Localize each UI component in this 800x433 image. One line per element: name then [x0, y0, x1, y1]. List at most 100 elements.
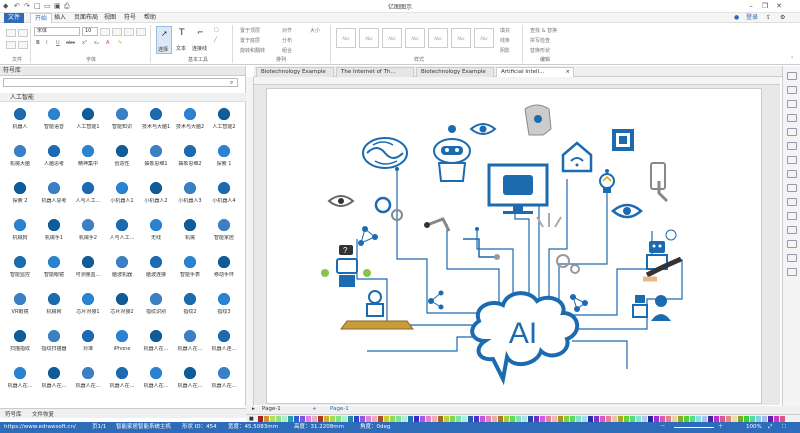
library-symbol[interactable]: 人工智能1 [74, 106, 102, 133]
zoom-out-icon[interactable]: － [660, 422, 666, 433]
style-preset-6[interactable]: Abc [451, 28, 471, 48]
settings-icon[interactable]: ⚙ [776, 13, 789, 23]
comment-panel-icon[interactable] [787, 198, 797, 206]
library-symbol[interactable]: 智能监控 [6, 254, 34, 281]
library-symbol[interactable]: 可测量血... [74, 254, 102, 281]
add-page-icon[interactable]: + [312, 406, 317, 412]
library-symbol[interactable]: 机器人思考 [40, 180, 68, 207]
library-symbol[interactable]: 机械大脑 [6, 143, 34, 170]
library-symbol[interactable]: 人工智能2 [210, 106, 238, 133]
library-symbol[interactable]: 智能眼镜 [40, 254, 68, 281]
restore-button[interactable]: ❐ [758, 0, 772, 13]
find-panel-icon[interactable] [787, 254, 797, 262]
shape-tool-icon[interactable]: □ [214, 27, 219, 33]
library-symbol[interactable]: 智能家居 [210, 217, 238, 244]
library-symbol[interactable]: 机械 [176, 217, 204, 244]
library-symbol[interactable]: 机器人在... [6, 365, 34, 392]
tab-symbols[interactable]: 符号 [120, 13, 140, 23]
library-symbol[interactable]: 机器人在... [108, 365, 136, 392]
find-replace-button[interactable]: 查找 & 替换 [530, 27, 557, 34]
tab-page-layout[interactable]: 页面布局 [70, 13, 102, 23]
doc-tab-3[interactable]: Biotechnology Example [416, 67, 494, 77]
zoom-in-icon[interactable]: ＋ [718, 422, 724, 433]
library-symbol[interactable]: iPhone [108, 328, 136, 355]
library-symbol[interactable]: 小机器人4 [210, 180, 238, 207]
doc-tab-1[interactable]: Biotechnology Example [256, 67, 334, 77]
style-preset-5[interactable]: Abc [428, 28, 448, 48]
library-symbol[interactable]: 指纹3 [210, 291, 238, 318]
style-preset-1[interactable]: Abc [336, 28, 356, 48]
library-symbol[interactable]: 智能语音 [40, 106, 68, 133]
library-symbol[interactable]: 机械手2 [74, 217, 102, 244]
line-panel-icon[interactable] [787, 100, 797, 108]
library-symbol[interactable]: VR眼镜 [6, 291, 34, 318]
library-symbol[interactable]: 机器人在... [74, 365, 102, 392]
tab-home[interactable]: 开始 [30, 13, 53, 23]
size-button[interactable]: 大小 [310, 27, 320, 34]
library-symbol[interactable]: 人与人工... [74, 180, 102, 207]
zoom-slider[interactable] [674, 427, 714, 428]
attach-panel-icon[interactable] [787, 226, 797, 234]
bold-icon[interactable]: B [36, 40, 40, 46]
library-symbol[interactable]: 机器人在... [142, 365, 170, 392]
redo-icon[interactable]: ↷ [24, 2, 30, 10]
library-symbol[interactable]: 抽象思维1 [142, 143, 170, 170]
list-icon[interactable] [136, 28, 146, 36]
library-symbol[interactable]: 人与人工... [108, 217, 136, 244]
bring-front-button[interactable]: 置于顶层 [240, 27, 260, 34]
fullscreen-icon[interactable]: ⛶ [782, 422, 786, 433]
connector-tool[interactable]: ⌐ 连接线 [192, 26, 212, 54]
fill-panel-icon[interactable] [787, 86, 797, 94]
library-symbol[interactable]: 机器人在... [176, 365, 204, 392]
library-symbol[interactable]: 机械臂 [40, 291, 68, 318]
library-symbol[interactable]: 指纹识别 [142, 291, 170, 318]
library-symbol[interactable]: 机器人在... [40, 365, 68, 392]
drawing-page[interactable]: AI ? [266, 88, 762, 404]
library-symbol[interactable]: 脑波连接 [142, 254, 170, 281]
save-icon[interactable]: ▣ [54, 2, 61, 10]
library-symbol[interactable]: 机器人在... [176, 328, 204, 355]
close-tab-icon[interactable]: × [565, 68, 570, 77]
share-icon[interactable]: ⇪ [762, 13, 775, 23]
subscript-icon[interactable]: x₂ [94, 40, 99, 46]
align-button[interactable]: 对齐 [282, 27, 292, 34]
line-tool-icon[interactable]: ╱ [214, 37, 217, 43]
undo-icon[interactable]: ↶ [14, 2, 20, 10]
align-icon[interactable] [124, 28, 134, 36]
style-preset-4[interactable]: Abc [405, 28, 425, 48]
library-symbol[interactable]: 抽象思维2 [176, 143, 204, 170]
group-button[interactable]: 组合 [282, 47, 292, 54]
library-symbol[interactable]: 芯片对接2 [108, 291, 136, 318]
page-tab-1[interactable]: Page-1 [262, 406, 281, 412]
grow-font-icon[interactable] [100, 28, 110, 36]
library-symbol[interactable]: 机器人连... [210, 328, 238, 355]
underline-icon[interactable]: U [56, 40, 60, 46]
link-panel-icon[interactable] [787, 212, 797, 220]
cut-icon[interactable] [6, 29, 16, 37]
library-symbol[interactable]: 指纹2 [176, 291, 204, 318]
close-button[interactable]: ✕ [772, 0, 786, 13]
layer-panel-icon[interactable] [787, 142, 797, 150]
library-symbol[interactable]: 小机器人2 [142, 180, 170, 207]
current-page-tab[interactable]: Page-1 [330, 406, 349, 412]
shadow-panel-icon[interactable] [787, 114, 797, 122]
library-symbol[interactable]: 人脑思考 [40, 143, 68, 170]
library-category-header[interactable]: 人工智能 [0, 93, 246, 102]
login-link[interactable]: 登录 [742, 13, 762, 23]
library-symbol[interactable]: 精神集中 [74, 143, 102, 170]
library-symbol[interactable]: 脑波机器 [108, 254, 136, 281]
library-symbol[interactable]: 小机器人3 [176, 180, 204, 207]
style-preset-3[interactable]: Abc [382, 28, 402, 48]
library-symbol[interactable]: 创造性 [108, 143, 136, 170]
rotate-flip-button[interactable]: 旋转和翻转 [240, 47, 265, 54]
data-panel-icon[interactable] [787, 156, 797, 164]
text-panel-icon[interactable] [787, 128, 797, 136]
font-size-select[interactable]: 10 [82, 27, 98, 36]
select-tool[interactable]: ➚ 选择 [156, 26, 172, 54]
status-url[interactable]: https://www.edrawsoft.cn/ [4, 422, 76, 433]
format-painter-icon[interactable] [18, 41, 28, 49]
library-symbol[interactable]: 技术与大脑1 [142, 106, 170, 133]
library-search-input[interactable] [3, 78, 238, 87]
tab-library[interactable]: 符号库 [5, 410, 22, 418]
print-icon[interactable]: ⎙ [64, 2, 70, 11]
